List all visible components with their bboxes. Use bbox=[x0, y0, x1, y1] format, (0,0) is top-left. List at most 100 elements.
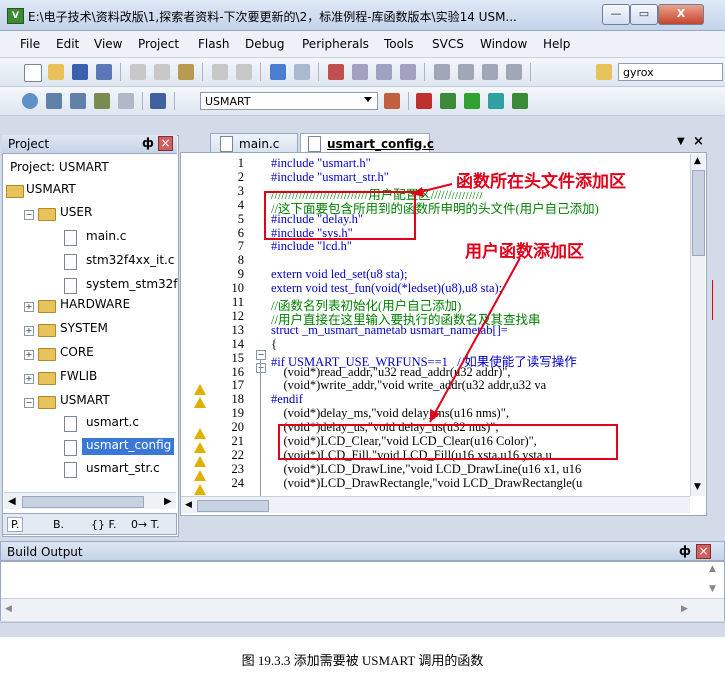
open-folder-icon[interactable] bbox=[48, 64, 64, 80]
new-file-icon[interactable] bbox=[24, 64, 42, 82]
tree-file-main[interactable]: main.c bbox=[86, 229, 126, 243]
tree-root[interactable]: Project: USMART bbox=[10, 160, 109, 174]
menu-view[interactable]: View bbox=[94, 37, 122, 51]
scroll-thumb[interactable] bbox=[692, 170, 705, 256]
tree-target[interactable]: USMART bbox=[26, 182, 76, 196]
maximize-button[interactable]: ▭ bbox=[630, 4, 658, 25]
scroll-up-icon[interactable]: ▲ bbox=[709, 564, 716, 574]
scroll-left-icon[interactable]: ◀ bbox=[5, 604, 12, 614]
save-all-icon[interactable] bbox=[96, 64, 112, 80]
find-in-files-icon[interactable] bbox=[596, 64, 612, 80]
menu-svcs[interactable]: SVCS bbox=[432, 37, 464, 51]
undo-icon[interactable] bbox=[212, 64, 228, 80]
menu-peripherals[interactable]: Peripherals bbox=[302, 37, 369, 51]
nav-forward-icon[interactable] bbox=[294, 64, 310, 80]
redo-icon[interactable] bbox=[236, 64, 252, 80]
scroll-down-icon[interactable]: ▼ bbox=[709, 584, 716, 594]
tab-templates[interactable]: 0→ T. bbox=[131, 518, 160, 531]
build-icon[interactable] bbox=[46, 93, 62, 109]
code-line[interactable]: (void*)LCD_DrawRectangle,"void LCD_DrawR… bbox=[271, 476, 583, 491]
target-options-icon[interactable] bbox=[384, 93, 400, 109]
collapse-icon[interactable]: − bbox=[24, 210, 34, 220]
tree-group-core[interactable]: CORE bbox=[60, 345, 94, 359]
scroll-thumb[interactable] bbox=[22, 496, 144, 508]
nav-back-icon[interactable] bbox=[270, 64, 286, 80]
scroll-thumb[interactable] bbox=[197, 500, 269, 512]
scroll-up-icon[interactable]: ▲ bbox=[694, 156, 701, 166]
stop-build-icon[interactable] bbox=[118, 93, 134, 109]
build-output-hscrollbar[interactable]: ◀ ▶ bbox=[1, 598, 724, 621]
bookmark-prev-icon[interactable] bbox=[352, 64, 368, 80]
code-line[interactable]: #include "usmart_str.h" bbox=[271, 170, 389, 185]
tree-file-it[interactable]: stm32f4xx_it.c bbox=[86, 253, 174, 267]
expand-icon[interactable]: + bbox=[24, 326, 34, 336]
scroll-left-icon[interactable]: ◀ bbox=[185, 500, 192, 510]
tree-group-system[interactable]: SYSTEM bbox=[60, 321, 108, 335]
menu-edit[interactable]: Edit bbox=[56, 37, 79, 51]
tab-project[interactable]: P. bbox=[7, 517, 24, 532]
code-line[interactable]: #include "lcd.h" bbox=[271, 239, 352, 254]
download-icon[interactable] bbox=[150, 93, 166, 109]
minimize-button[interactable]: — bbox=[602, 4, 630, 25]
rte-icon[interactable] bbox=[512, 93, 528, 109]
tree-file-usmart-str[interactable]: usmart_str.c bbox=[86, 461, 160, 475]
tree-group-fwlib[interactable]: FWLIB bbox=[60, 369, 97, 383]
scroll-right-icon[interactable]: ▶ bbox=[681, 604, 688, 614]
copy-icon[interactable] bbox=[154, 64, 170, 80]
comment-icon[interactable] bbox=[482, 64, 498, 80]
scroll-down-icon[interactable]: ▼ bbox=[694, 482, 701, 492]
code-line[interactable]: #endif bbox=[271, 392, 303, 407]
save-icon[interactable] bbox=[72, 64, 88, 80]
expand-icon[interactable]: + bbox=[24, 350, 34, 360]
collapse-icon[interactable]: − bbox=[256, 363, 266, 373]
tab-functions[interactable]: {} F. bbox=[91, 518, 117, 531]
pack-installer-icon[interactable] bbox=[488, 93, 504, 109]
tab-books[interactable]: B. bbox=[53, 518, 64, 531]
tree-group-hardware[interactable]: HARDWARE bbox=[60, 297, 130, 311]
unindent-icon[interactable] bbox=[458, 64, 474, 80]
bookmark-clear-icon[interactable] bbox=[400, 64, 416, 80]
menu-file[interactable]: File bbox=[20, 37, 40, 51]
menu-window[interactable]: Window bbox=[480, 37, 527, 51]
close-icon[interactable]: × bbox=[696, 544, 711, 559]
expand-icon[interactable]: + bbox=[24, 374, 34, 384]
chevron-down-icon[interactable] bbox=[364, 97, 372, 102]
pin-icon[interactable]: ф bbox=[142, 136, 154, 150]
translate-icon[interactable] bbox=[22, 93, 38, 109]
close-icon[interactable]: × bbox=[693, 134, 704, 149]
paste-icon[interactable] bbox=[178, 64, 194, 80]
code-line[interactable]: { bbox=[271, 337, 277, 352]
tree-file-usmart[interactable]: usmart.c bbox=[86, 415, 139, 429]
select-packs-icon[interactable] bbox=[464, 93, 480, 109]
collapse-icon[interactable]: − bbox=[256, 350, 266, 360]
project-hscrollbar[interactable]: ◀ ▶ bbox=[4, 492, 176, 509]
menu-help[interactable]: Help bbox=[543, 37, 570, 51]
cut-icon[interactable] bbox=[130, 64, 146, 80]
collapse-icon[interactable]: − bbox=[24, 398, 34, 408]
code-line[interactable]: (void*)LCD_DrawLine,"void LCD_DrawLine(u… bbox=[271, 462, 582, 477]
tree-group-user[interactable]: USER bbox=[60, 205, 92, 219]
menu-project[interactable]: Project bbox=[138, 37, 179, 51]
editor-vscrollbar[interactable]: ▲ ▼ bbox=[690, 154, 705, 496]
tree-group-usmart[interactable]: USMART bbox=[60, 393, 110, 407]
rebuild-icon[interactable] bbox=[70, 93, 86, 109]
menu-tools[interactable]: Tools bbox=[384, 37, 414, 51]
tree-file-system[interactable]: system_stm32f bbox=[86, 277, 178, 291]
manage-components-icon[interactable] bbox=[440, 93, 456, 109]
uncomment-icon[interactable] bbox=[506, 64, 522, 80]
bookmark-next-icon[interactable] bbox=[376, 64, 392, 80]
scroll-right-icon[interactable]: ▶ bbox=[164, 496, 172, 507]
tab-list-icon[interactable]: ▼ bbox=[677, 136, 685, 147]
bookmark-icon[interactable] bbox=[328, 64, 344, 80]
code-line[interactable]: #include "usmart.h" bbox=[271, 156, 371, 171]
editor-hscrollbar[interactable]: ◀ bbox=[181, 496, 690, 513]
indent-icon[interactable] bbox=[434, 64, 450, 80]
close-icon[interactable]: × bbox=[158, 136, 173, 151]
batch-build-icon[interactable] bbox=[94, 93, 110, 109]
pin-icon[interactable]: ф bbox=[679, 544, 691, 558]
close-button[interactable]: X bbox=[658, 4, 704, 25]
scroll-left-icon[interactable]: ◀ bbox=[8, 496, 16, 507]
file-extensions-icon[interactable] bbox=[416, 93, 432, 109]
find-combo[interactable]: gyrox bbox=[618, 63, 723, 81]
tree-file-usmart-config[interactable]: usmart_config bbox=[82, 438, 174, 455]
